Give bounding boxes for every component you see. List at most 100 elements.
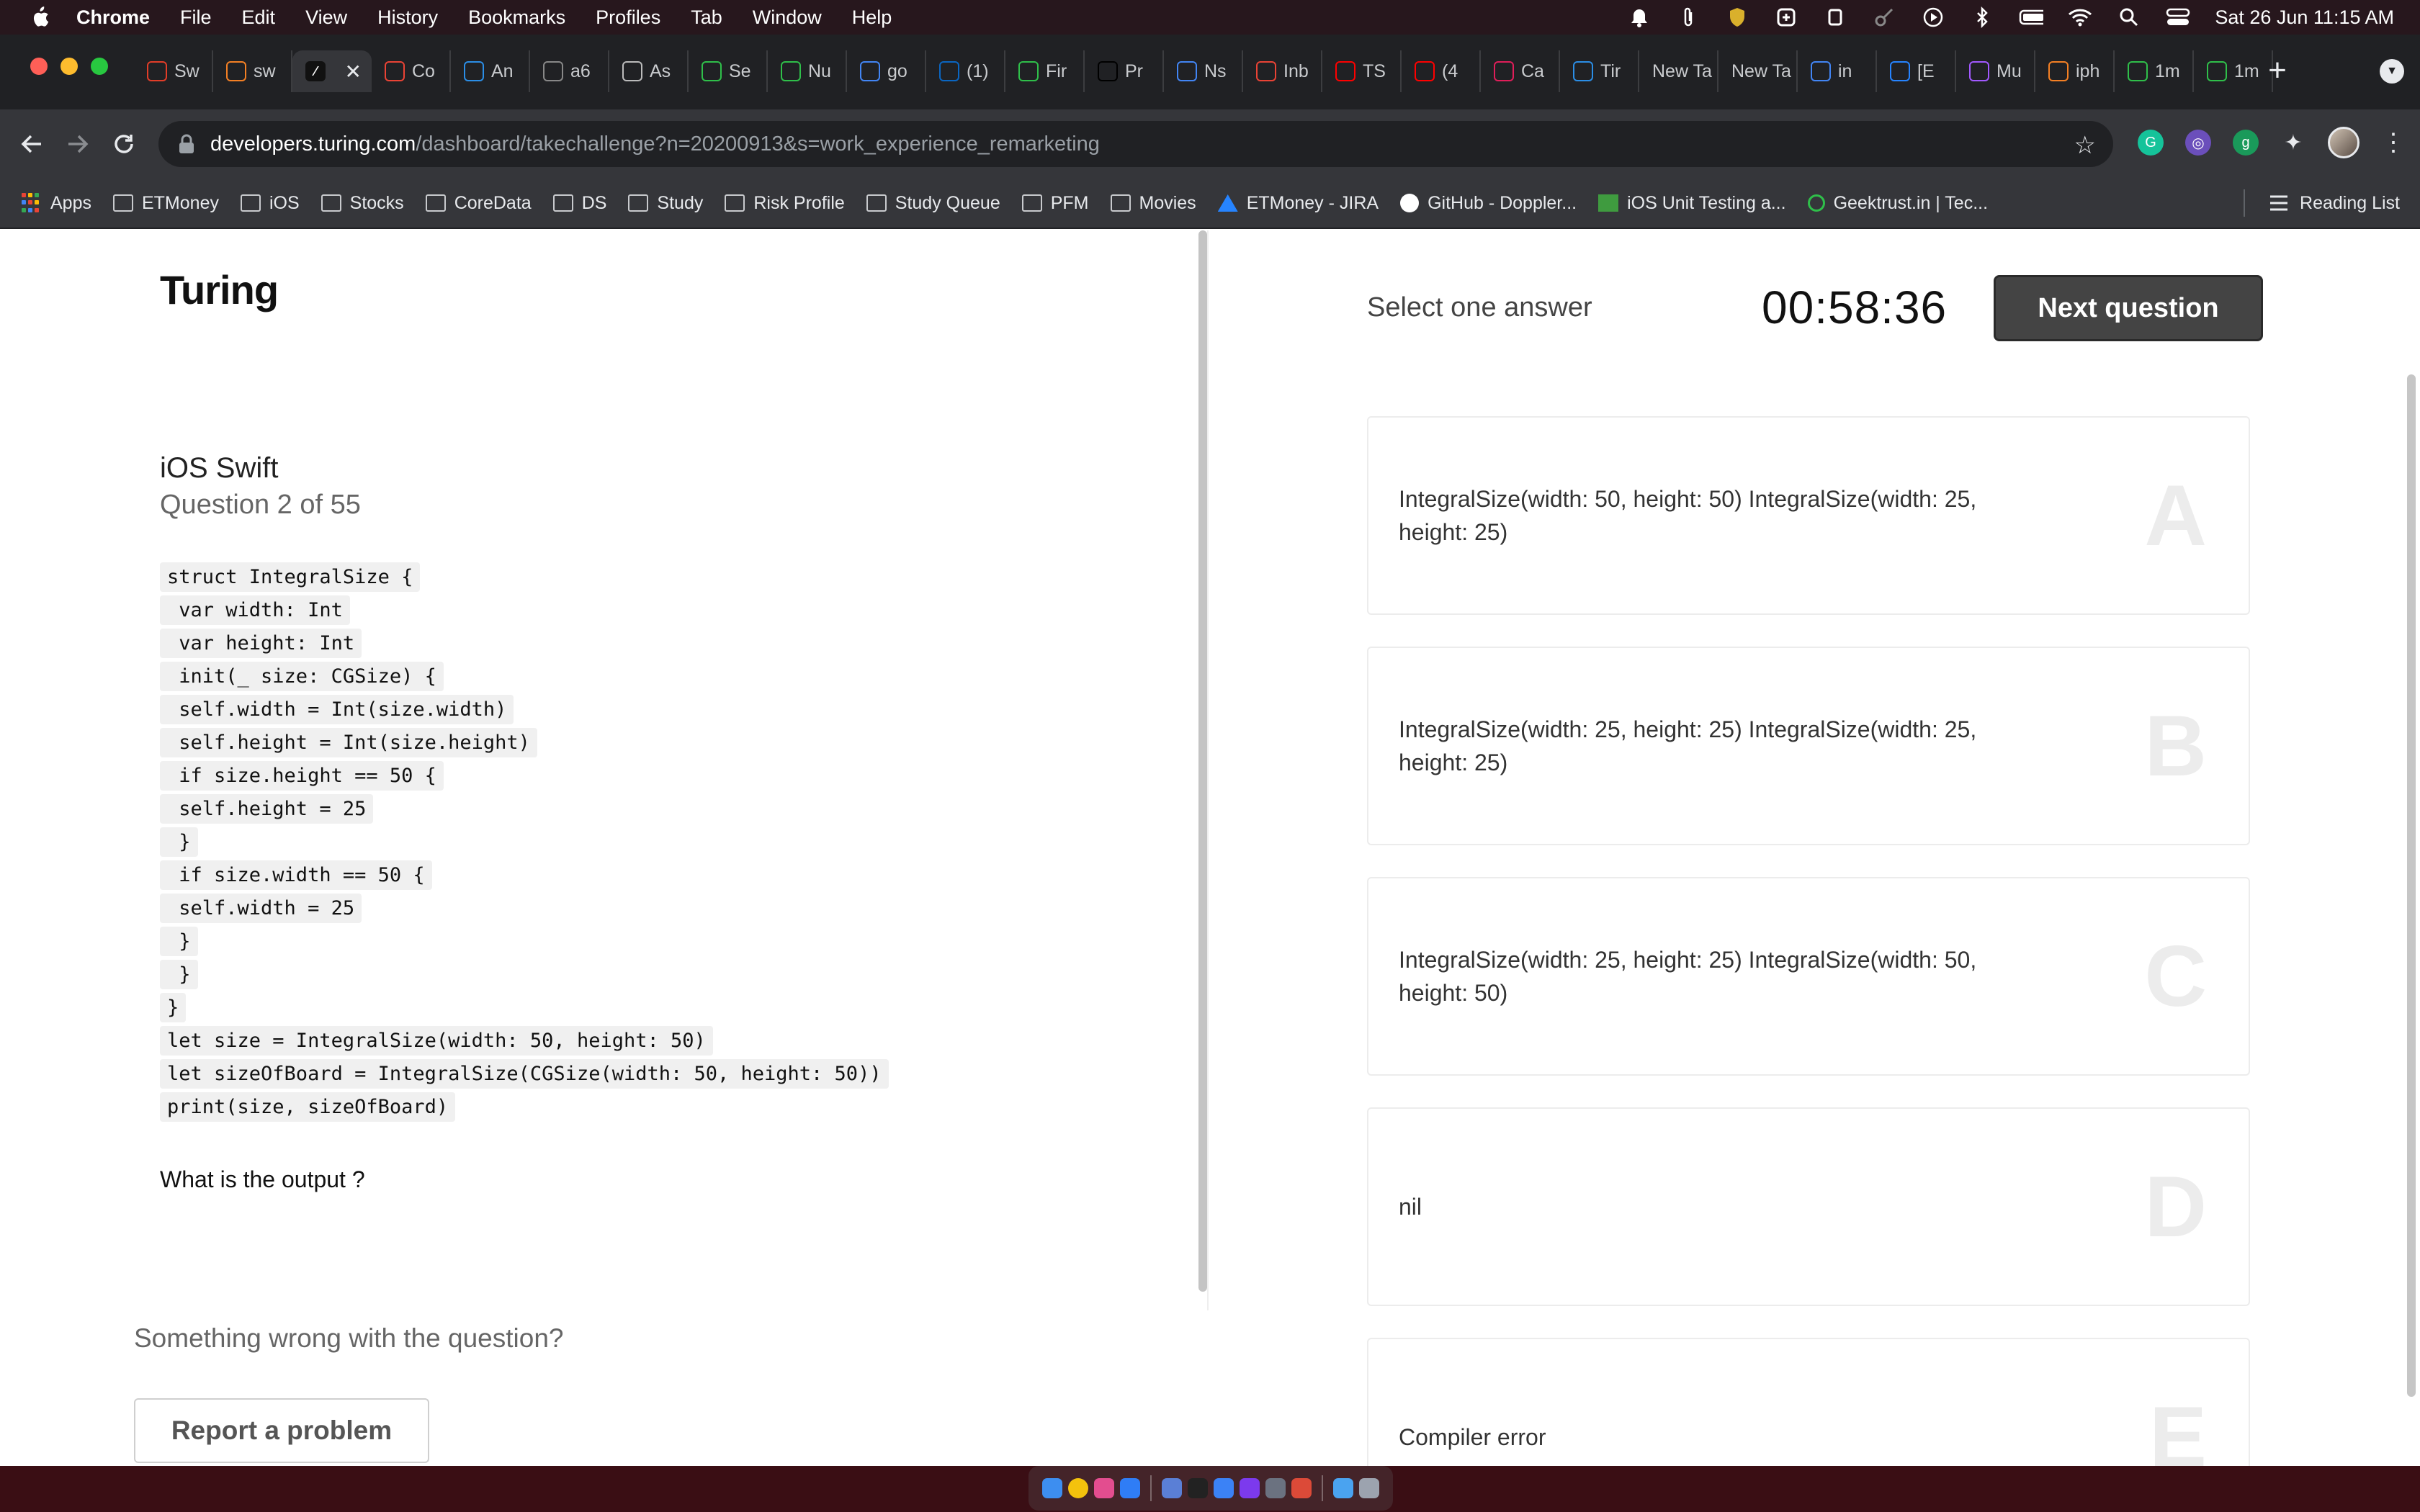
menu-history[interactable]: History — [377, 6, 438, 29]
bookmark-item[interactable]: CoreData — [425, 193, 532, 214]
close-tab-icon[interactable]: ✕ — [345, 60, 362, 84]
bookmark-item[interactable]: GitHub - Doppler... — [1400, 193, 1577, 214]
answer-option-a[interactable]: IntegralSize(width: 50, height: 50) Inte… — [1367, 416, 2250, 615]
bookmark-item[interactable]: Study Queue — [866, 193, 1000, 214]
bookmark-item[interactable]: Geektrust.in | Tec... — [1807, 193, 1988, 214]
play-icon[interactable] — [1921, 6, 1945, 28]
preview-icon[interactable] — [1265, 1478, 1286, 1498]
tab[interactable]: New Ta — [1639, 50, 1718, 92]
xcode-icon[interactable] — [1120, 1478, 1140, 1498]
menu-app-name[interactable]: Chrome — [76, 6, 150, 29]
spotlight-search-icon[interactable] — [2117, 6, 2141, 28]
page-scroll-thumb[interactable] — [2407, 374, 2416, 1397]
bluetooth-icon[interactable] — [1970, 6, 1994, 28]
tab[interactable]: Mu — [1956, 50, 2035, 92]
tab[interactable]: a6 — [530, 50, 609, 92]
tab[interactable]: Inb — [1243, 50, 1322, 92]
tab[interactable]: (4 — [1402, 50, 1481, 92]
wifi-icon[interactable] — [2068, 6, 2092, 28]
reload-icon[interactable] — [105, 125, 143, 163]
fullscreen-window-button[interactable] — [91, 58, 108, 75]
tab-search-icon[interactable]: ▼ — [2380, 59, 2404, 84]
tab[interactable]: TS — [1322, 50, 1402, 92]
bookmark-star-icon[interactable]: ☆ — [2074, 131, 2096, 160]
downloads-folder-icon[interactable] — [1333, 1478, 1353, 1498]
shield-icon[interactable] — [1725, 6, 1749, 28]
tab[interactable]: sw — [213, 50, 292, 92]
profile-avatar[interactable] — [2328, 127, 2360, 158]
bookmark-item[interactable]: Stocks — [321, 193, 404, 214]
bookmark-item[interactable]: DS — [552, 193, 606, 214]
chrome-dock-icon[interactable] — [1068, 1478, 1088, 1498]
answer-option-b[interactable]: IntegralSize(width: 25, height: 25) Inte… — [1367, 647, 2250, 845]
notification-icon[interactable] — [1627, 6, 1652, 28]
control-center-icon[interactable] — [2166, 6, 2190, 28]
bookmark-item[interactable]: Movies — [1110, 193, 1196, 214]
tab[interactable]: Fir — [1005, 50, 1085, 92]
menu-edit[interactable]: Edit — [242, 6, 276, 29]
answer-option-d[interactable]: nil D — [1367, 1107, 2250, 1306]
bookmark-item[interactable]: iOS Unit Testing a... — [1598, 193, 1786, 214]
menu-tab[interactable]: Tab — [691, 6, 722, 29]
tab[interactable]: Ca — [1481, 50, 1560, 92]
tab[interactable]: New Ta — [1718, 50, 1798, 92]
tab[interactable]: Pr — [1085, 50, 1164, 92]
answer-option-c[interactable]: IntegralSize(width: 25, height: 25) Inte… — [1367, 877, 2250, 1076]
swift-playgrounds-icon[interactable] — [1291, 1478, 1312, 1498]
bookmark-item[interactable]: ETMoney — [112, 193, 219, 214]
tab[interactable]: go — [847, 50, 926, 92]
tab[interactable]: Ns — [1164, 50, 1243, 92]
report-problem-button[interactable]: Report a problem — [134, 1398, 429, 1463]
close-window-button[interactable] — [30, 58, 48, 75]
onenote-icon[interactable] — [1240, 1478, 1260, 1498]
paperclip-icon[interactable] — [1676, 6, 1700, 28]
panel-divider-scrollbar[interactable] — [1198, 230, 1207, 1292]
tab[interactable]: (1) — [926, 50, 1005, 92]
bookmark-item[interactable]: Apps — [22, 193, 91, 214]
tab[interactable]: Co — [372, 50, 451, 92]
bookmark-item[interactable]: PFM — [1021, 193, 1089, 214]
extension-badge-icon[interactable]: g — [2233, 130, 2259, 156]
extension-icon[interactable]: ◎ — [2185, 130, 2211, 156]
menubar-clock[interactable]: Sat 26 Jun 11:15 AM — [2215, 6, 2394, 29]
puzzle-extensions-icon[interactable]: ✦ — [2280, 130, 2306, 156]
menu-window[interactable]: Window — [753, 6, 822, 29]
terminal-icon[interactable] — [1188, 1478, 1208, 1498]
tab[interactable]: Se — [689, 50, 768, 92]
tab[interactable]: in — [1798, 50, 1877, 92]
address-bar[interactable]: developers.turing.com/dashboard/takechal… — [158, 121, 2113, 167]
grammarly-icon[interactable]: G — [2138, 130, 2164, 156]
bookmark-item[interactable]: Risk Profile — [725, 193, 845, 214]
vpn-icon[interactable] — [1774, 6, 1798, 28]
key-icon[interactable] — [1872, 6, 1896, 28]
answer-option-e[interactable]: Compiler error E — [1367, 1338, 2250, 1466]
tab[interactable]: [E — [1877, 50, 1956, 92]
next-question-button[interactable]: Next question — [1994, 275, 2263, 341]
apple-logo-icon[interactable] — [27, 5, 52, 30]
tab[interactable]: Nu — [768, 50, 847, 92]
back-arrow-icon[interactable] — [13, 125, 50, 163]
reading-list-button[interactable]: Reading List — [2244, 189, 2400, 217]
chrome-menu-icon[interactable]: ⋮ — [2381, 128, 2406, 157]
menu-view[interactable]: View — [305, 6, 347, 29]
trash-icon[interactable] — [1359, 1478, 1379, 1498]
bookmark-item[interactable]: ETMoney - JIRA — [1217, 193, 1379, 214]
minimize-window-button[interactable] — [60, 58, 78, 75]
forward-arrow-icon[interactable] — [59, 125, 97, 163]
finder-icon[interactable] — [1042, 1478, 1062, 1498]
tab[interactable]: An — [451, 50, 530, 92]
tab[interactable]: As — [609, 50, 689, 92]
battery-icon[interactable] — [2019, 6, 2044, 28]
menu-file[interactable]: File — [180, 6, 212, 29]
turing-logo[interactable]: Turing — [160, 266, 279, 313]
tab-active[interactable]: ⁄ ✕ — [292, 50, 372, 92]
menu-bookmarks[interactable]: Bookmarks — [468, 6, 565, 29]
new-tab-button[interactable]: + — [2260, 53, 2295, 88]
tab[interactable]: Sw — [134, 50, 213, 92]
lock-icon[interactable] — [177, 133, 196, 155]
maps-icon[interactable] — [1214, 1478, 1234, 1498]
menu-profiles[interactable]: Profiles — [596, 6, 660, 29]
tab[interactable]: 1m — [2115, 50, 2194, 92]
tab[interactable]: iph — [2035, 50, 2115, 92]
sourcetree-icon[interactable] — [1162, 1478, 1182, 1498]
